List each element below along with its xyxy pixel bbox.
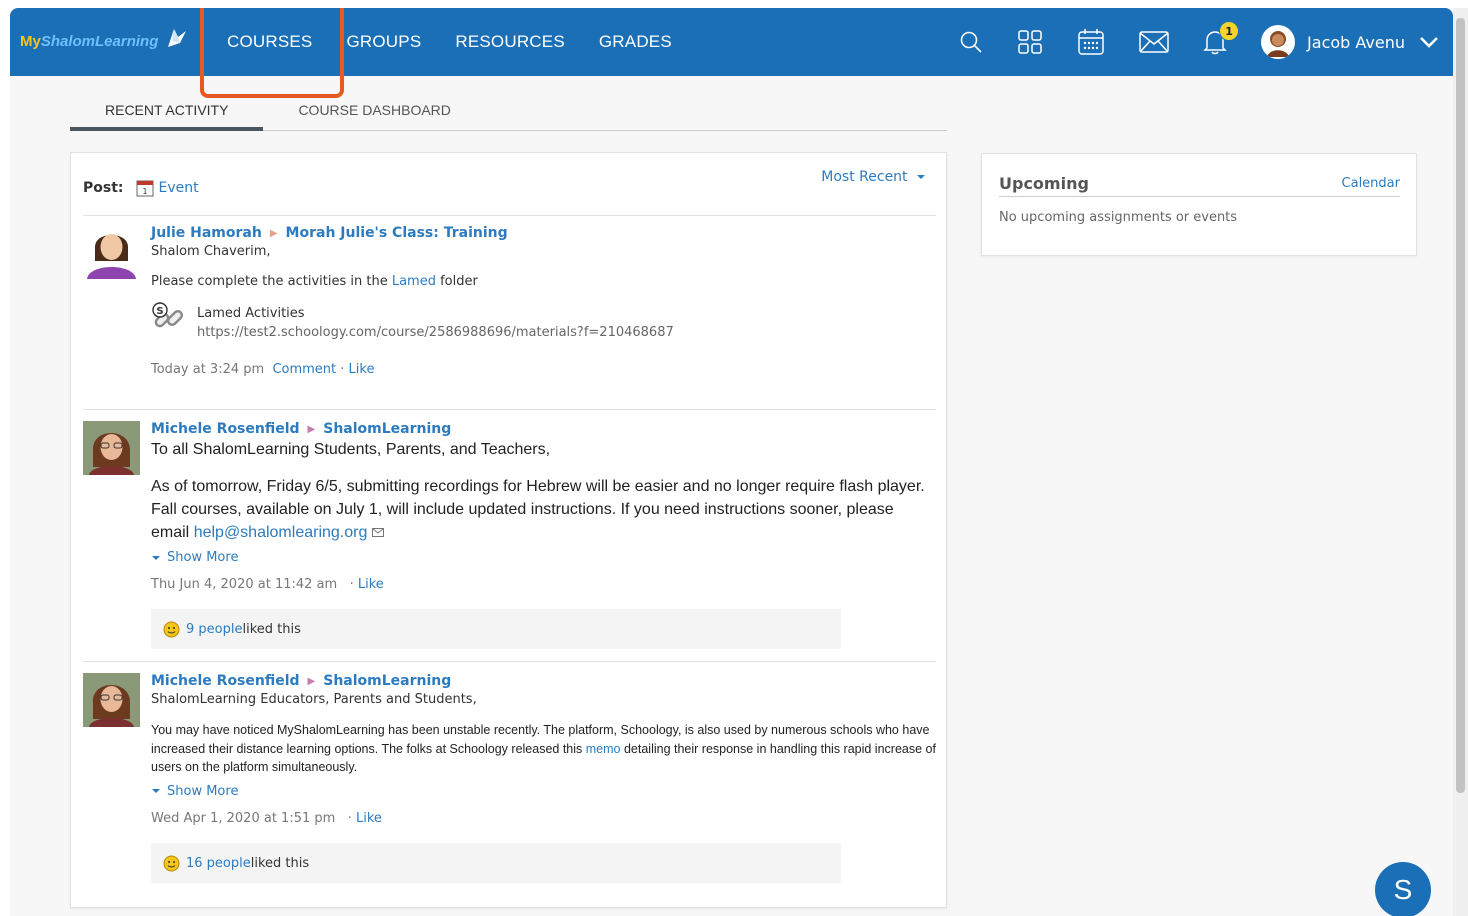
caret-down-icon — [152, 789, 160, 793]
site-logo[interactable]: My ShalomLearning — [20, 26, 188, 56]
arrow-right-icon: ▶ — [307, 675, 316, 687]
author-avatar — [83, 421, 140, 475]
event-calendar-icon: 1 — [136, 180, 154, 197]
nav-groups[interactable]: GROUPS — [346, 32, 421, 52]
likers-link[interactable]: 9 people — [186, 622, 242, 637]
scrollbar-thumb[interactable] — [1456, 18, 1465, 793]
likes-summary: 9 people liked this — [151, 609, 841, 649]
chat-launcher-button[interactable]: S — [1375, 862, 1431, 916]
arrow-right-icon: ▶ — [269, 227, 278, 239]
post-target[interactable]: ShalomLearning — [323, 673, 451, 689]
post-author-line: Julie Hamorah ▶ Morah Julie's Class: Tra… — [151, 225, 936, 241]
post-meta: Today at 3:24 pm Comment · Like — [151, 362, 375, 377]
feed-divider — [83, 215, 936, 216]
nav-resources[interactable]: RESOURCES — [455, 32, 565, 52]
link-chain-icon: S — [152, 302, 184, 328]
post-event-link[interactable]: Event — [159, 180, 199, 196]
mail-icon[interactable] — [1139, 31, 1169, 53]
feed-divider — [83, 409, 936, 410]
email-link[interactable]: help@shalomlearing.org — [194, 524, 368, 541]
upcoming-panel: Upcoming Calendar No upcoming assignment… — [981, 153, 1417, 256]
post-target[interactable]: Morah Julie's Class: Training — [286, 225, 508, 241]
tab-recent-activity[interactable]: RECENT ACTIVITY — [70, 96, 264, 131]
author-avatar — [83, 673, 140, 727]
user-name: Jacob Avenu — [1307, 32, 1405, 52]
calendar-icon[interactable] — [1077, 28, 1105, 56]
chevron-down-icon — [1420, 37, 1438, 48]
tab-course-dashboard[interactable]: COURSE DASHBOARD — [263, 96, 485, 131]
post-time: Thu Jun 4, 2020 at 11:42 am — [151, 577, 338, 592]
post-author[interactable]: Michele Rosenfield — [151, 421, 300, 437]
post-author[interactable]: Julie Hamorah — [151, 225, 262, 241]
post-bar: Post: 1 Event — [83, 179, 199, 197]
apps-grid-icon[interactable] — [1017, 29, 1043, 55]
activity-feed: Post: 1 Event Most Recent Julie Hamorah … — [70, 152, 947, 908]
search-icon[interactable] — [959, 30, 983, 54]
svg-text:1: 1 — [142, 187, 147, 196]
user-menu[interactable]: Jacob Avenu — [1261, 25, 1439, 59]
post-time: Today at 3:24 pm — [151, 362, 265, 377]
nav-grades[interactable]: GRADES — [599, 32, 672, 52]
post-text: You may have noticed MyShalomLearning ha… — [151, 723, 936, 774]
upcoming-empty-text: No upcoming assignments or events — [999, 210, 1238, 225]
post-author-line: Michele Rosenfield ▶ ShalomLearning — [151, 673, 936, 689]
envelope-icon — [371, 528, 384, 537]
calendar-link[interactable]: Calendar — [1342, 176, 1400, 191]
top-navigation-bar: My ShalomLearning COURSES GROUPS RESOURCE… — [10, 8, 1453, 98]
memo-link[interactable]: memo — [586, 742, 621, 756]
comment-link[interactable]: Comment — [272, 362, 336, 377]
show-more-link[interactable]: Show More — [151, 784, 936, 799]
post-greeting: ShalomLearning Educators, Parents and St… — [151, 692, 477, 707]
header-actions: 1 Jacob Avenu — [959, 8, 1453, 76]
attachment-url: https://test2.schoology.com/course/25869… — [197, 325, 674, 340]
notification-badge: 1 — [1219, 21, 1240, 41]
like-link[interactable]: Like — [356, 811, 382, 826]
feed-post: Michele Rosenfield ▶ ShalomLearning Shal… — [83, 673, 936, 898]
nav-courses[interactable]: COURSES — [227, 32, 312, 52]
post-meta: Thu Jun 4, 2020 at 11:42 am · Like — [151, 577, 384, 592]
like-link[interactable]: Like — [358, 577, 384, 592]
smiley-icon — [163, 621, 180, 637]
attachment-title[interactable]: Lamed Activities — [197, 306, 674, 321]
post-target[interactable]: ShalomLearning — [323, 421, 451, 437]
post-text: As of tomorrow, Friday 6/5, submitting r… — [151, 478, 925, 541]
app-window: My ShalomLearning COURSES GROUPS RESOURCE… — [10, 8, 1453, 916]
svg-text:S: S — [156, 306, 163, 317]
lamed-folder-link[interactable]: Lamed — [392, 274, 436, 289]
likes-summary: 16 people liked this — [151, 843, 841, 883]
arrow-right-icon: ▶ — [307, 423, 316, 435]
upcoming-title: Upcoming — [999, 174, 1089, 193]
notifications-bell-icon[interactable]: 1 — [1203, 21, 1240, 55]
user-avatar — [1261, 25, 1296, 59]
page-scrollbar[interactable] — [1453, 8, 1468, 916]
feed-post: Michele Rosenfield ▶ ShalomLearning To a… — [83, 421, 936, 661]
post-greeting: To all ShalomLearning Students, Parents,… — [151, 441, 551, 458]
smiley-icon — [163, 855, 180, 871]
activity-tabs: RECENT ACTIVITY COURSE DASHBOARD — [70, 96, 947, 131]
post-greeting: Shalom Chaverim, — [151, 244, 271, 259]
post-meta: Wed Apr 1, 2020 at 1:51 pm · Like — [151, 810, 382, 826]
likers-link[interactable]: 16 people — [186, 856, 251, 871]
caret-down-icon — [917, 175, 925, 179]
feed-divider — [83, 661, 936, 662]
main-nav: COURSES GROUPS RESOURCES GRADES — [227, 8, 706, 76]
caret-down-icon — [152, 555, 160, 560]
post-label: Post: — [83, 180, 124, 196]
post-text: Please complete the activities in the La… — [151, 274, 478, 289]
post-author[interactable]: Michele Rosenfield — [151, 673, 300, 689]
post-attachment: S Lamed Activities https://test2.schoolo… — [151, 302, 936, 340]
post-author-line: Michele Rosenfield ▶ ShalomLearning — [151, 421, 936, 437]
show-more-link[interactable]: Show More — [151, 550, 936, 565]
post-time: Wed Apr 1, 2020 at 1:51 pm — [151, 810, 336, 826]
author-avatar — [83, 225, 140, 279]
sort-dropdown[interactable]: Most Recent — [821, 169, 926, 185]
upcoming-header: Upcoming Calendar — [999, 171, 1400, 197]
feed-post: Julie Hamorah ▶ Morah Julie's Class: Tra… — [83, 225, 936, 405]
logo-bird-icon — [168, 29, 187, 47]
like-link[interactable]: Like — [349, 362, 375, 377]
